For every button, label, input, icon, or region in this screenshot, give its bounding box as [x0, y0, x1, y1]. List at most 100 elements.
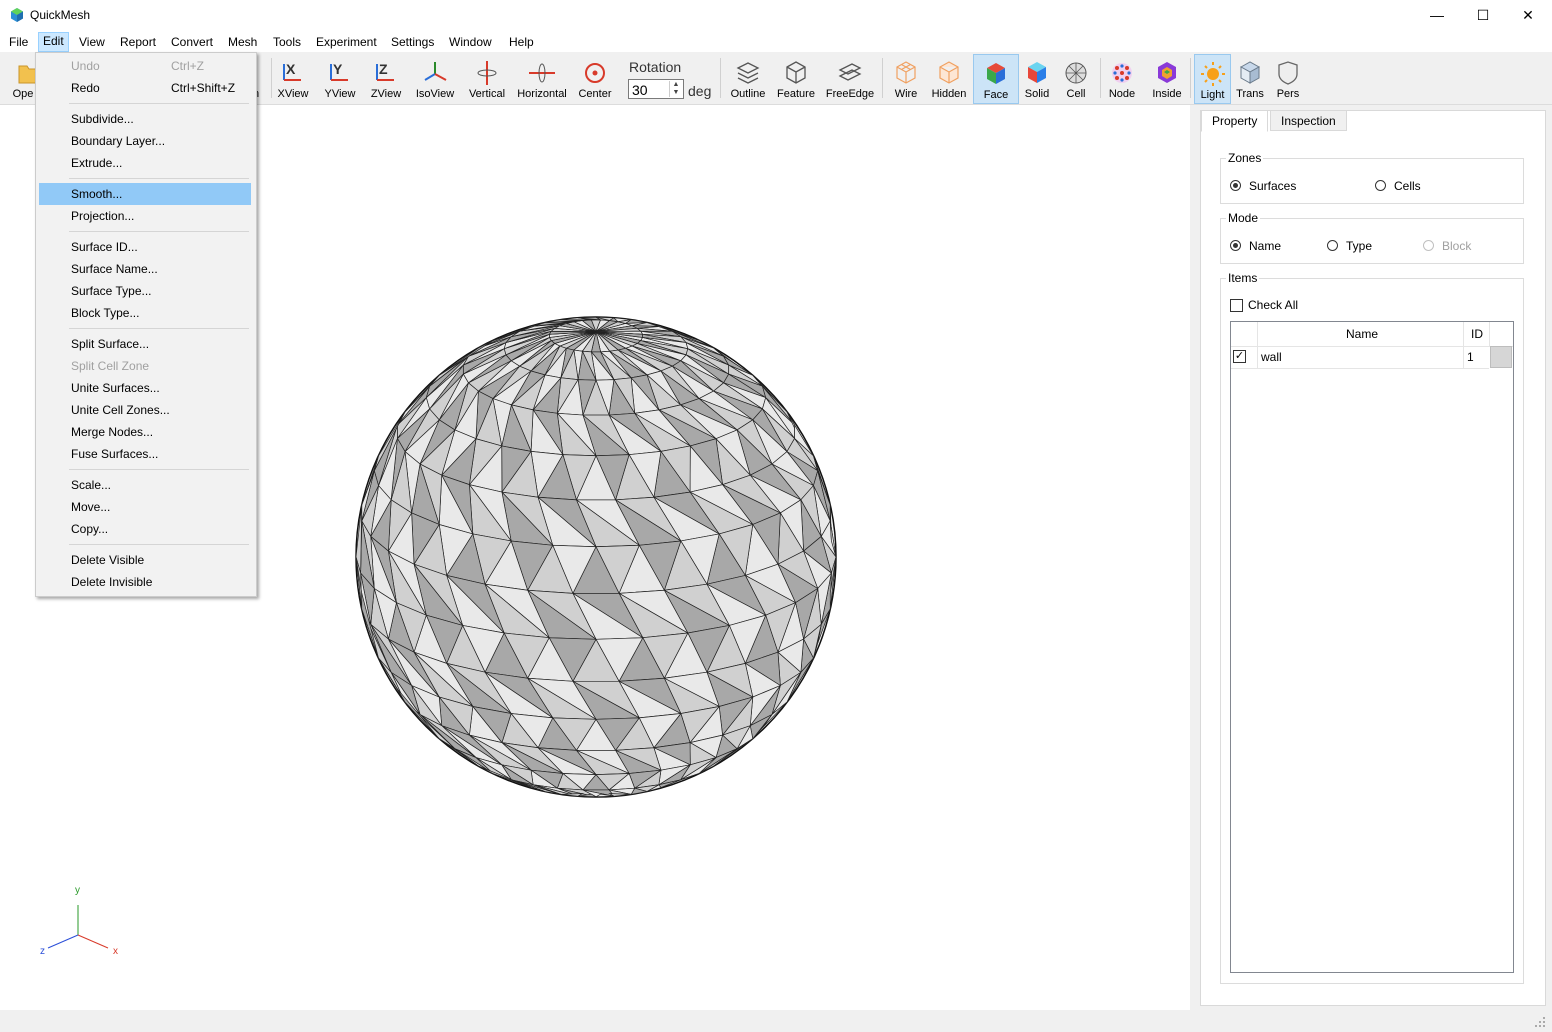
column-header-id[interactable]: ID	[1471, 327, 1483, 341]
trans-label: Trans	[1236, 88, 1264, 100]
face-button[interactable]: Face	[973, 54, 1019, 104]
hidden-label: Hidden	[931, 88, 967, 100]
menu-mesh[interactable]: Mesh	[224, 33, 261, 51]
menu-separator	[69, 178, 249, 179]
check-all-checkbox[interactable]	[1230, 299, 1243, 312]
column-header-name[interactable]: Name	[1346, 327, 1378, 341]
outline-button[interactable]: Outline	[727, 54, 769, 102]
solid-label: Solid	[1024, 88, 1050, 100]
outline-label: Outline	[730, 88, 766, 100]
cell-label: Cell	[1066, 88, 1086, 100]
menu-tools[interactable]: Tools	[269, 33, 305, 51]
menu-move[interactable]: Move...	[39, 496, 251, 518]
cell-button[interactable]: Cell	[1059, 54, 1093, 102]
menu-extrude[interactable]: Extrude...	[39, 152, 251, 174]
menu-separator	[69, 544, 249, 545]
light-label: Light	[1200, 89, 1225, 101]
horizontal-rotate-button[interactable]: Horizontal	[515, 54, 569, 102]
resize-grip-icon[interactable]	[1534, 1016, 1546, 1028]
inside-label: Inside	[1152, 88, 1182, 100]
row-id: 1	[1467, 350, 1474, 364]
menu-block-type[interactable]: Block Type...	[39, 302, 251, 324]
menu-fuse-surfaces[interactable]: Fuse Surfaces...	[39, 443, 251, 465]
items-title: Items	[1226, 271, 1260, 285]
zview-button[interactable]: Z ZView	[366, 54, 406, 102]
outline-layers-icon	[736, 62, 760, 84]
rotation-spinbox[interactable]: 30 ▲ ▼	[628, 79, 684, 99]
menu-file[interactable]: File	[5, 33, 32, 51]
menu-split-cell-zone: Split Cell Zone	[71, 359, 150, 373]
x-axis-view-icon: X	[283, 61, 301, 81]
tab-inspection[interactable]: Inspection	[1270, 110, 1347, 131]
menu-redo[interactable]: Redo Ctrl+Shift+Z	[39, 77, 251, 99]
isoview-button[interactable]: IsoView	[412, 54, 458, 102]
face-cube-icon	[987, 63, 1005, 84]
svg-text:X: X	[286, 61, 296, 77]
row-checkbox[interactable]: ✓	[1233, 350, 1246, 363]
trans-button[interactable]: Trans	[1233, 54, 1267, 102]
toolbar-separator	[271, 58, 272, 98]
menu-report[interactable]: Report	[116, 33, 160, 51]
feature-button[interactable]: Feature	[774, 54, 818, 102]
wire-button[interactable]: Wire	[888, 54, 924, 102]
menu-settings[interactable]: Settings	[387, 33, 438, 51]
menu-smooth[interactable]: Smooth...	[39, 183, 251, 205]
menu-merge-nodes[interactable]: Merge Nodes...	[39, 421, 251, 443]
yview-button[interactable]: Y YView	[320, 54, 360, 102]
vertical-label: Vertical	[468, 88, 506, 100]
menu-edit[interactable]: Edit	[38, 32, 69, 52]
menu-undo: Undo Ctrl+Z	[71, 59, 204, 73]
menu-surface-name[interactable]: Surface Name...	[39, 258, 251, 280]
menu-delete-visible[interactable]: Delete Visible	[39, 549, 251, 571]
menu-subdivide[interactable]: Subdivide...	[39, 108, 251, 130]
inside-button[interactable]: Inside	[1147, 54, 1187, 102]
menu-help[interactable]: Help	[505, 33, 538, 51]
cell-sphere-icon	[1065, 62, 1087, 84]
edit-dropdown-menu: Undo Ctrl+Z Redo Ctrl+Shift+Z Subdivide...…	[35, 52, 257, 597]
menu-projection[interactable]: Projection...	[39, 205, 251, 227]
svg-text:Z: Z	[379, 61, 388, 77]
node-points-icon	[1112, 63, 1132, 83]
menu-window[interactable]: Window	[445, 33, 496, 51]
vertical-rotate-button[interactable]: Vertical	[465, 54, 509, 102]
wire-label: Wire	[894, 88, 918, 100]
light-button[interactable]: Light	[1194, 54, 1231, 104]
axis-x-label: x	[113, 946, 118, 957]
menu-split-surface[interactable]: Split Surface...	[39, 333, 251, 355]
menu-boundary-layer[interactable]: Boundary Layer...	[39, 130, 251, 152]
y-axis-view-icon: Y	[330, 61, 348, 81]
menu-unite-cell-zones[interactable]: Unite Cell Zones...	[39, 399, 251, 421]
row-color-swatch[interactable]	[1490, 346, 1512, 368]
menu-experiment[interactable]: Experiment	[312, 33, 381, 51]
menu-scale[interactable]: Scale...	[39, 474, 251, 496]
horizontal-label: Horizontal	[517, 88, 567, 100]
check-all-label[interactable]: Check All	[1248, 298, 1298, 312]
close-button[interactable]: ✕	[1505, 0, 1551, 30]
rotation-input[interactable]: 30	[632, 82, 648, 98]
mode-title: Mode	[1226, 211, 1261, 225]
node-button[interactable]: Node	[1104, 54, 1140, 102]
xview-button[interactable]: X XView	[274, 54, 312, 102]
menu-unite-surfaces[interactable]: Unite Surfaces...	[39, 377, 251, 399]
freeedge-button[interactable]: FreeEdge	[824, 54, 876, 102]
axis-z-label: z	[40, 946, 45, 957]
menu-delete-invisible[interactable]: Delete Invisible	[39, 571, 251, 593]
minimize-button[interactable]: —	[1414, 0, 1460, 30]
tab-property[interactable]: Property	[1201, 110, 1269, 132]
hidden-button[interactable]: Hidden	[929, 54, 969, 102]
pers-button[interactable]: Pers	[1272, 54, 1304, 102]
z-axis-view-icon: Z	[376, 61, 394, 81]
center-button[interactable]: Center	[576, 54, 614, 102]
menu-separator	[69, 103, 249, 104]
menu-view[interactable]: View	[75, 33, 109, 51]
menu-separator	[69, 469, 249, 470]
solid-button[interactable]: Solid	[1020, 54, 1054, 102]
center-label: Center	[578, 88, 612, 100]
menu-convert[interactable]: Convert	[167, 33, 217, 51]
menu-surface-id[interactable]: Surface ID...	[39, 236, 251, 258]
menu-surface-type[interactable]: Surface Type...	[39, 280, 251, 302]
maximize-button[interactable]: ☐	[1460, 0, 1506, 30]
menu-copy[interactable]: Copy...	[39, 518, 251, 540]
spin-arrows-icon[interactable]: ▲ ▼	[669, 81, 682, 97]
horizontal-rotation-icon	[529, 63, 555, 83]
